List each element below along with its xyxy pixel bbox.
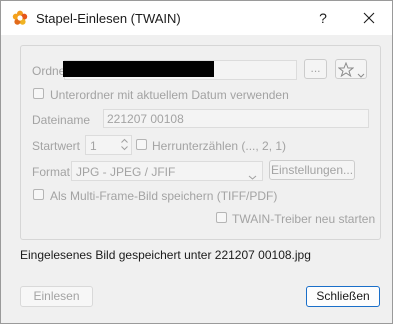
start-value-spinbox[interactable]: 1 — [85, 135, 132, 155]
close-button[interactable]: Schließen — [306, 286, 380, 307]
close-icon[interactable] — [355, 5, 383, 31]
multiframe-label: Als Multi-Frame-Bild speichern (TIFF/PDF… — [50, 189, 278, 203]
batch-scan-dialog: Stapel-Einlesen (TWAIN) ? Ordner ... Unt… — [0, 0, 393, 324]
spin-arrows-icon — [120, 137, 129, 155]
countdown-label: Herrunterzählen (..., 2, 1) — [152, 139, 287, 153]
title-bar: Stapel-Einlesen (TWAIN) ? — [1, 1, 392, 35]
start-value-label: Startwert — [32, 139, 81, 153]
favorites-button[interactable] — [335, 59, 367, 79]
chevron-down-icon — [357, 67, 365, 81]
filename-label: Dateiname — [32, 113, 91, 127]
multiframe-checkbox[interactable] — [33, 189, 44, 200]
start-value-text: 1 — [90, 139, 97, 153]
redacted-folder-path — [63, 61, 214, 77]
subfolder-checkbox[interactable] — [33, 88, 44, 99]
format-select[interactable]: JPG - JPEG / JFIF — [71, 161, 263, 181]
restart-twain-label: TWAIN-Treiber neu starten — [232, 212, 376, 226]
read-button[interactable]: Einlesen — [20, 286, 93, 307]
filename-input[interactable]: 221207 00108 — [103, 109, 369, 128]
filename-value: 221207 00108 — [107, 112, 184, 126]
restart-twain-checkbox[interactable] — [216, 212, 227, 223]
format-label: Format — [32, 165, 71, 179]
window-title: Stapel-Einlesen (TWAIN) — [36, 11, 181, 26]
help-button[interactable]: ? — [309, 5, 337, 31]
countdown-checkbox[interactable] — [136, 139, 147, 150]
xnview-flower-icon — [12, 10, 28, 26]
format-value: JPG - JPEG / JFIF — [76, 165, 176, 179]
settings-button[interactable]: Einstellungen... — [269, 160, 355, 180]
chevron-down-icon — [248, 169, 257, 183]
status-message: Eingelesenes Bild gespeichert unter 2212… — [20, 248, 311, 262]
scan-options-group: Ordner ... Unterordner mit aktuellem Dat… — [20, 45, 381, 240]
star-icon — [337, 61, 355, 80]
subfolder-label: Unterordner mit aktuellem Datum verwende… — [50, 88, 289, 102]
browse-button[interactable]: ... — [304, 59, 327, 79]
